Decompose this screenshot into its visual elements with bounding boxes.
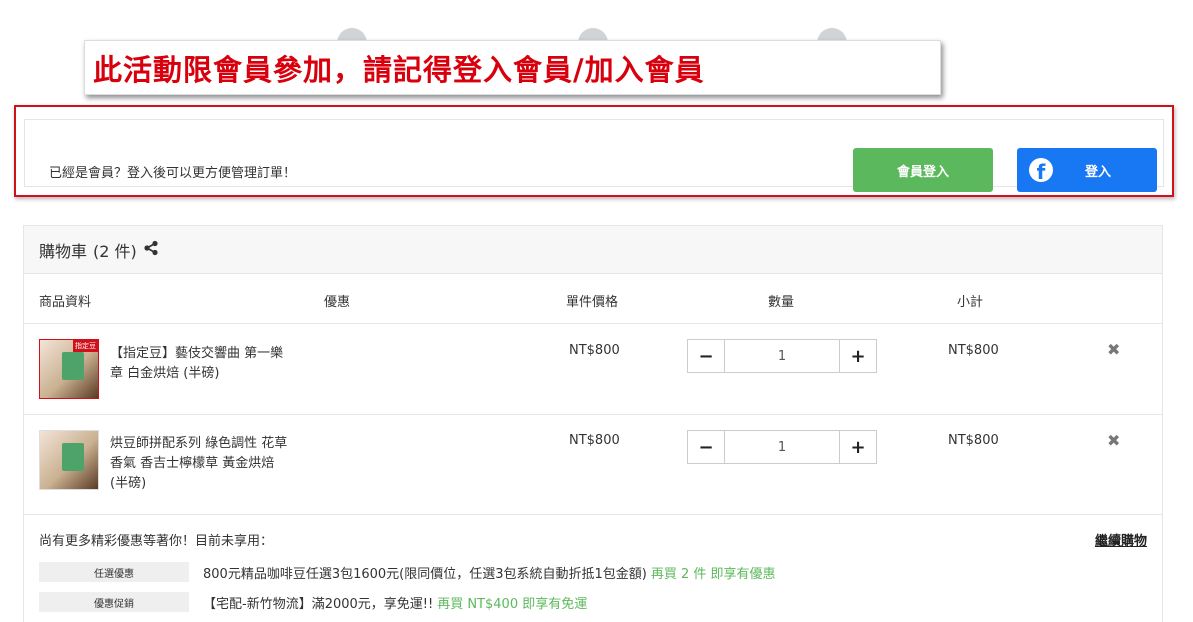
product-name[interactable]: 【指定豆】藝伎交響曲 第一樂章 白金烘焙 (半磅) [110, 344, 290, 384]
shopping-cart: 購物車 (2 件) 商品資料 優惠 單件價格 數量 小計 指定豆 【指定豆】藝伎… [23, 225, 1163, 622]
unit-price: NT$800 [569, 433, 620, 448]
promo-hint: 再買 2 件 即享有優惠 [650, 566, 776, 582]
cart-column-headers: 商品資料 優惠 單件價格 數量 小計 [24, 274, 1162, 324]
quantity-stepper: − + [687, 430, 877, 464]
promo-line: 任選優惠 800元精品咖啡豆任選3包1600元(限同價位，任選3包系統自動折抵1… [39, 562, 776, 582]
quantity-stepper: − + [687, 339, 877, 373]
facebook-icon: f [1029, 158, 1053, 182]
item-subtotal: NT$800 [948, 343, 999, 358]
qty-minus-button[interactable]: − [688, 340, 724, 372]
qty-plus-button[interactable]: + [840, 340, 876, 372]
cart-row: 烘豆師拼配系列 綠色調性 花草香氣 香吉士檸檬草 黃金烘焙 (半磅) NT$80… [24, 415, 1162, 515]
promo-tag: 優惠促銷 [39, 592, 189, 612]
promo-note: 尚有更多精彩優惠等著你！目前未享用： [39, 534, 274, 549]
qty-input[interactable] [724, 340, 840, 372]
col-product: 商品資料 [39, 295, 92, 310]
item-subtotal: NT$800 [948, 433, 999, 448]
login-prompt: 已經是會員？登入後可以更方便管理訂單！ [49, 166, 297, 181]
cart-count: (2 件) [93, 241, 137, 261]
promo-desc: 【宅配-新竹物流】滿2000元，享免運!! 再買 NT$400 即享有免運 [203, 593, 587, 612]
promo-tag: 任選優惠 [39, 562, 189, 582]
promo-line: 優惠促銷 【宅配-新竹物流】滿2000元，享免運!! 再買 NT$400 即享有免… [39, 592, 587, 612]
col-unit-price: 單件價格 [566, 295, 619, 310]
qty-plus-button[interactable]: + [840, 431, 876, 463]
share-icon[interactable] [143, 240, 159, 260]
product-name[interactable]: 烘豆師拼配系列 綠色調性 花草香氣 香吉士檸檬草 黃金烘焙 (半磅) [110, 434, 290, 494]
facebook-login-label: 登入 [1085, 164, 1112, 180]
cart-title: 購物車 [39, 241, 88, 261]
member-login-button[interactable]: 會員登入 [853, 148, 993, 192]
product-image[interactable]: 指定豆 [39, 339, 99, 399]
notice-text: 此活動限會員參加，請記得登入會員/加入會員 [93, 52, 705, 87]
qty-minus-button[interactable]: − [688, 431, 724, 463]
facebook-login-button[interactable]: f 登入 [1017, 148, 1157, 192]
col-discount: 優惠 [324, 295, 351, 310]
promo-desc: 800元精品咖啡豆任選3包1600元(限同價位，任選3包系統自動折抵1包金額) 再… [203, 563, 776, 582]
cart-header: 購物車 (2 件) [24, 226, 1162, 274]
login-panel: 已經是會員？登入後可以更方便管理訂單！ 會員登入 f 登入 [14, 105, 1174, 197]
col-subtotal: 小計 [957, 295, 984, 310]
qty-input[interactable] [724, 431, 840, 463]
remove-item-icon[interactable]: ✖ [1107, 431, 1120, 450]
continue-shopping-link[interactable]: 繼續購物 [1095, 530, 1147, 549]
promo-desc-text: 800元精品咖啡豆任選3包1600元(限同價位，任選3包系統自動折抵1包金額) [203, 566, 647, 582]
cart-row: 指定豆 【指定豆】藝伎交響曲 第一樂章 白金烘焙 (半磅) NT$800 − +… [24, 324, 1162, 415]
remove-item-icon[interactable]: ✖ [1107, 340, 1120, 359]
promo-hint: 再買 NT$400 即享有免運 [437, 596, 588, 612]
product-image[interactable] [39, 430, 99, 490]
col-quantity: 數量 [768, 295, 795, 310]
product-image-badge: 指定豆 [73, 340, 98, 352]
member-only-notice: 此活動限會員參加，請記得登入會員/加入會員 [84, 40, 941, 95]
login-box: 已經是會員？登入後可以更方便管理訂單！ 會員登入 f 登入 [24, 119, 1164, 192]
unit-price: NT$800 [569, 343, 620, 358]
promo-desc-text: 【宅配-新竹物流】滿2000元，享免運!! [203, 596, 434, 612]
